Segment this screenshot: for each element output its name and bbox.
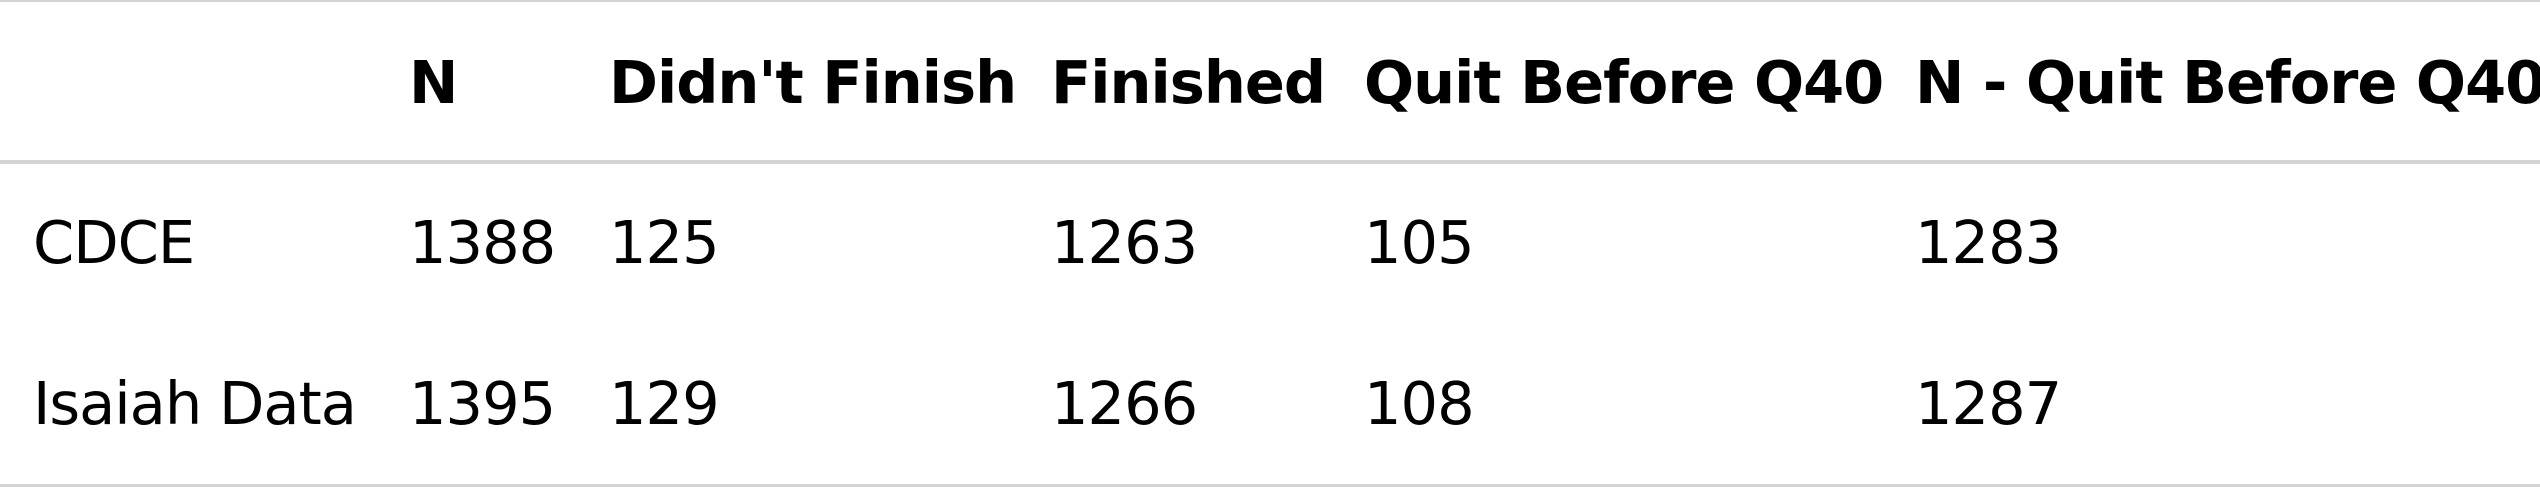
- header-cell-row-label: [0, 2, 386, 160]
- table-header: N Didn't Finish Finished Quit Before Q40…: [0, 2, 2540, 160]
- data-table-container: N Didn't Finish Finished Quit Before Q40…: [0, 0, 2540, 488]
- finished-cell: 1263: [1051, 207, 1198, 277]
- header-cell-n-minus-quit: N - Quit Before Q40: [1915, 47, 2540, 117]
- table-body: CDCE 1388 125 1263 105 1283 Isaiah Data …: [0, 160, 2540, 482]
- table-bottom-border: [0, 484, 2540, 487]
- n-cell: 1388: [409, 207, 556, 277]
- n-minus-quit-cell: 1283: [1915, 207, 2062, 277]
- data-table: N Didn't Finish Finished Quit Before Q40…: [0, 2, 2540, 482]
- header-cell-finished: Finished: [1051, 47, 1326, 117]
- n-minus-quit-cell: 1287: [1915, 368, 2062, 438]
- row-label-cell: CDCE: [33, 207, 195, 277]
- n-cell: 1395: [409, 368, 556, 438]
- header-cell-didnt-finish: Didn't Finish: [609, 47, 1017, 117]
- didnt-finish-cell: 125: [609, 207, 720, 277]
- quit-before-q40-cell: 105: [1364, 207, 1475, 277]
- didnt-finish-cell: 129: [609, 368, 720, 438]
- quit-before-q40-cell: 108: [1364, 368, 1475, 438]
- table-row: Isaiah Data 1395 129 1266 108 1287: [0, 322, 2540, 482]
- table-row: CDCE 1388 125 1263 105 1283: [0, 160, 2540, 322]
- header-cell-quit-before-q40: Quit Before Q40: [1364, 47, 1884, 117]
- row-label-cell: Isaiah Data: [33, 368, 357, 438]
- header-cell-n: N: [409, 47, 458, 117]
- header-row: N Didn't Finish Finished Quit Before Q40…: [0, 2, 2540, 160]
- finished-cell: 1266: [1051, 368, 1198, 438]
